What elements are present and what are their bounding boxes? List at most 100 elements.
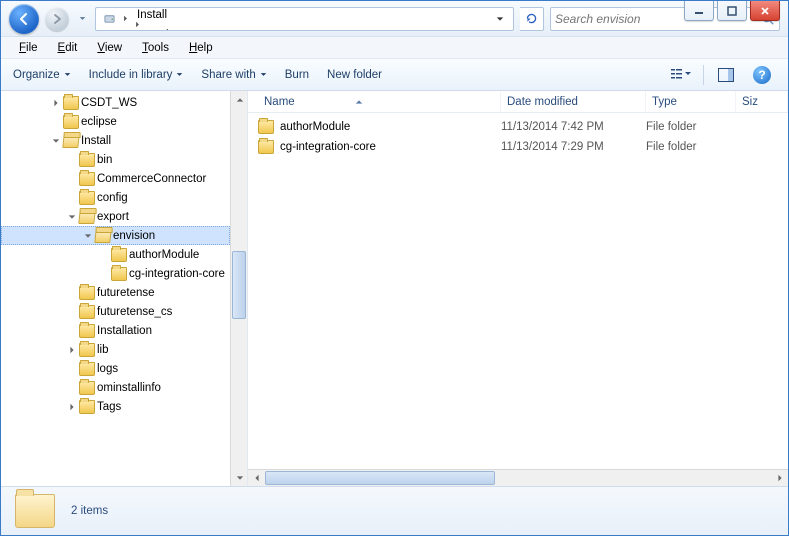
chevron-down-icon xyxy=(64,71,71,78)
column-headers: Name Date modified Type Siz xyxy=(248,91,788,113)
column-name[interactable]: Name xyxy=(258,91,501,112)
hscroll-thumb[interactable] xyxy=(265,471,495,485)
column-name-label: Name xyxy=(264,96,295,108)
address-bar[interactable]: Data (D:)Sites 12.1.4Installexportenvisi… xyxy=(95,7,514,31)
preview-pane-button[interactable] xyxy=(712,63,740,87)
sort-up-icon xyxy=(355,98,363,106)
tree-item-label: ominstallinfo xyxy=(95,382,161,394)
tree-item[interactable]: futuretense_cs xyxy=(1,302,230,321)
tree-item-label: lib xyxy=(95,344,109,356)
tree-item-label: authorModule xyxy=(127,249,199,261)
minimize-button[interactable] xyxy=(684,1,714,21)
folder-icon xyxy=(79,191,95,205)
column-type-label: Type xyxy=(652,96,677,108)
content-hscrollbar[interactable] xyxy=(248,469,788,486)
command-bar: Organize Include in library Share with B… xyxy=(1,59,788,91)
tree-item[interactable]: Installation xyxy=(1,321,230,340)
folder-open-icon xyxy=(62,134,79,148)
tree-item-label: cg-integration-core xyxy=(127,268,225,280)
maximize-button[interactable] xyxy=(717,1,747,21)
tree-item[interactable]: config xyxy=(1,188,230,207)
new-folder-button[interactable]: New folder xyxy=(327,69,382,81)
column-type[interactable]: Type xyxy=(646,91,736,112)
tree-item-label: Tags xyxy=(95,401,121,413)
organize-button[interactable]: Organize xyxy=(13,69,71,81)
nav-history-dropdown[interactable] xyxy=(75,7,89,31)
tree-item[interactable]: ominstallinfo xyxy=(1,378,230,397)
tree-twisty[interactable] xyxy=(65,403,79,411)
column-size-label: Siz xyxy=(742,96,758,108)
tree-item[interactable]: cg-integration-core xyxy=(1,264,230,283)
file-date: 11/13/2014 7:29 PM xyxy=(501,141,646,153)
menu-bar: FileEditViewToolsHelp xyxy=(1,37,788,59)
burn-button[interactable]: Burn xyxy=(285,69,309,81)
file-list[interactable]: authorModule11/13/2014 7:42 PMFile folde… xyxy=(248,113,788,469)
nav-bar: Data (D:)Sites 12.1.4Installexportenvisi… xyxy=(1,1,788,37)
breadcrumb-item[interactable]: Install xyxy=(131,9,202,21)
column-date[interactable]: Date modified xyxy=(501,91,646,112)
tree-twisty[interactable] xyxy=(49,137,63,145)
breadcrumb-sep[interactable] xyxy=(119,8,131,30)
file-name: cg-integration-core xyxy=(280,141,376,153)
scroll-left-button[interactable] xyxy=(248,470,265,487)
folder-icon xyxy=(79,381,95,395)
forward-button[interactable] xyxy=(45,7,69,31)
view-options-button[interactable] xyxy=(667,63,695,87)
include-in-library-button[interactable]: Include in library xyxy=(89,69,184,81)
tree-item[interactable]: CSDT_WS xyxy=(1,93,230,112)
tree-item-label: logs xyxy=(95,363,118,375)
drive-icon xyxy=(98,8,119,30)
folder-icon xyxy=(79,305,95,319)
tree-item[interactable]: CommerceConnector xyxy=(1,169,230,188)
scroll-up-button[interactable] xyxy=(231,91,248,108)
scroll-down-button[interactable] xyxy=(231,469,248,486)
file-type: File folder xyxy=(646,141,736,153)
folder-icon xyxy=(79,362,95,376)
tree-twisty[interactable] xyxy=(65,346,79,354)
menu-tools[interactable]: Tools xyxy=(134,40,177,56)
address-dropdown[interactable] xyxy=(491,8,509,30)
file-date: 11/13/2014 7:42 PM xyxy=(501,121,646,133)
tree-item[interactable]: lib xyxy=(1,340,230,359)
help-button[interactable]: ? xyxy=(748,63,776,87)
scroll-thumb[interactable] xyxy=(232,251,246,319)
tree-item-label: export xyxy=(95,211,129,223)
tree-scrollbar[interactable] xyxy=(230,91,247,486)
tree-item-label: Installation xyxy=(95,325,152,337)
navigation-tree[interactable]: CSDT_WSeclipseInstallbinCommerceConnecto… xyxy=(1,91,230,486)
breadcrumb-item[interactable]: export xyxy=(131,28,202,31)
menu-edit[interactable]: Edit xyxy=(50,40,86,56)
folder-icon xyxy=(79,286,95,300)
main-area: CSDT_WSeclipseInstallbinCommerceConnecto… xyxy=(1,91,788,487)
tree-item[interactable]: authorModule xyxy=(1,245,230,264)
menu-view[interactable]: View xyxy=(89,40,130,56)
column-size[interactable]: Siz xyxy=(736,91,788,112)
chevron-down-icon xyxy=(260,71,267,78)
share-with-button[interactable]: Share with xyxy=(201,69,266,81)
scroll-right-button[interactable] xyxy=(771,470,788,487)
column-date-label: Date modified xyxy=(507,96,578,108)
tree-twisty[interactable] xyxy=(49,99,63,107)
chevron-down-icon xyxy=(176,71,183,78)
list-item[interactable]: cg-integration-core 11/13/2014 7:29 PMFil… xyxy=(258,137,788,157)
tree-item[interactable]: futuretense xyxy=(1,283,230,302)
menu-file[interactable]: File xyxy=(11,40,46,56)
folder-icon xyxy=(63,115,79,129)
folder-icon xyxy=(111,248,127,262)
tree-item[interactable]: eclipse xyxy=(1,112,230,131)
tree-item[interactable]: envision xyxy=(1,226,230,245)
tree-item-label: futuretense xyxy=(95,287,155,299)
tree-item[interactable]: bin xyxy=(1,150,230,169)
tree-twisty[interactable] xyxy=(81,232,95,240)
menu-help[interactable]: Help xyxy=(181,40,221,56)
close-button[interactable] xyxy=(750,1,780,21)
tree-item[interactable]: logs xyxy=(1,359,230,378)
tree-twisty[interactable] xyxy=(65,213,79,221)
back-button[interactable] xyxy=(9,4,39,34)
breadcrumb-sep[interactable] xyxy=(131,21,143,28)
tree-item[interactable]: export xyxy=(1,207,230,226)
list-item[interactable]: authorModule11/13/2014 7:42 PMFile folde… xyxy=(258,117,788,137)
tree-item[interactable]: Tags xyxy=(1,397,230,416)
tree-item[interactable]: Install xyxy=(1,131,230,150)
refresh-button[interactable] xyxy=(520,7,544,31)
